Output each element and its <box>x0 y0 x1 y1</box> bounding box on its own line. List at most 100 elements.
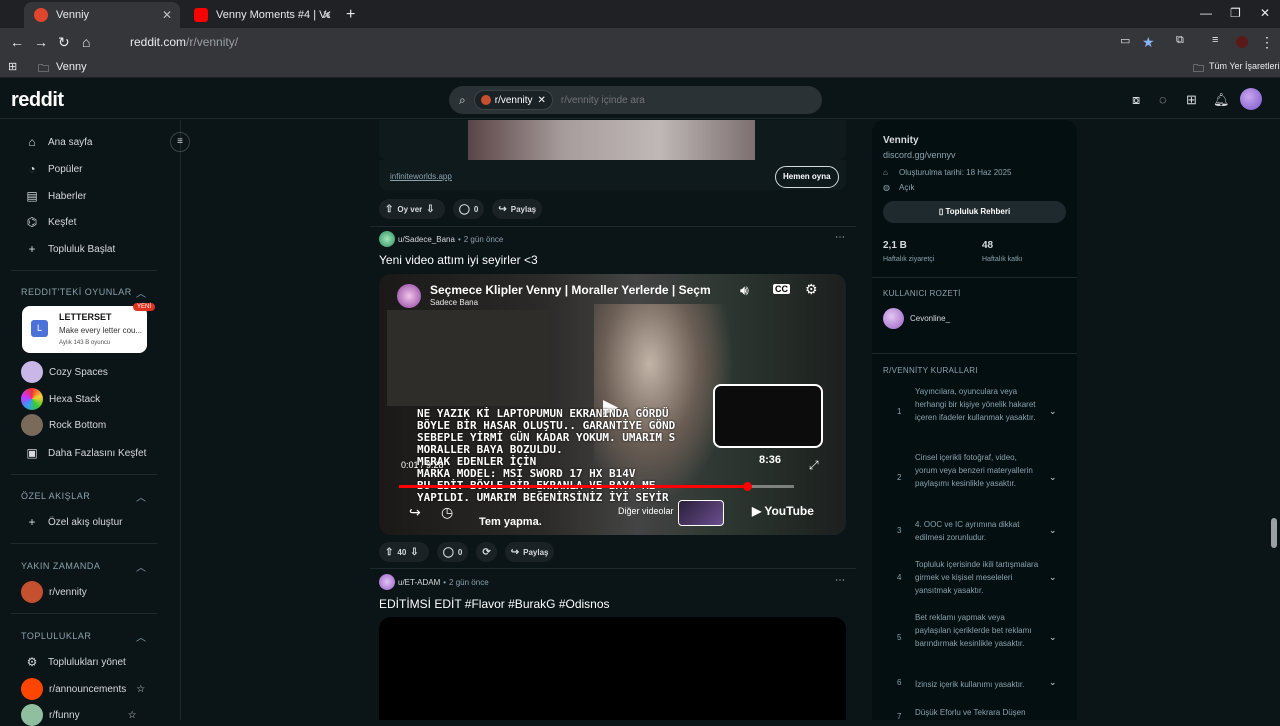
menu-dots-icon[interactable]: ⋮ <box>1260 34 1274 51</box>
nav-home[interactable]: ⌂ Ana sayfa <box>24 135 92 149</box>
page-scrollbar[interactable] <box>1271 518 1277 548</box>
explore-more-games[interactable]: ▣ Daha Fazlasını Keşfet <box>24 446 146 460</box>
more-options-icon[interactable]: ⋯ <box>835 575 845 586</box>
chat-icon[interactable]: ◌ <box>1159 92 1167 107</box>
community-guide-button[interactable]: ▯ Topluluk Rehberi <box>883 201 1066 223</box>
bookmark-star-icon[interactable]: ★ <box>1142 34 1155 51</box>
vote-button[interactable]: ⇧ Oy ver ⇩ <box>379 199 445 219</box>
forward-icon[interactable]: → <box>34 34 48 50</box>
fullscreen-icon[interactable]: ⤢ <box>809 458 819 473</box>
reload-icon[interactable]: ↻ <box>58 34 70 51</box>
user-avatar[interactable] <box>1240 88 1262 110</box>
section-communities[interactable]: TOPLULUKLAR ︿ <box>21 631 146 644</box>
progress-handle[interactable] <box>742 482 752 491</box>
manage-communities[interactable]: ⚙ Toplulukları yönet <box>24 655 126 669</box>
downvote-icon[interactable]: ⇩ <box>426 204 434 215</box>
weekly-contributions-label: Haftalık katkı <box>982 256 1023 263</box>
close-tab-icon[interactable]: ✕ <box>162 8 172 22</box>
section-title: ÖZEL AKIŞLAR <box>21 491 91 501</box>
search-bar[interactable]: ⌕ r/vennity ✕ <box>449 86 822 114</box>
share-button[interactable]: ↪ Paylaş <box>504 542 555 562</box>
video-progress[interactable] <box>399 482 794 491</box>
author-name[interactable]: u/Sadece_Bana <box>398 235 455 244</box>
collapse-sidebar-icon[interactable]: ≡ <box>170 132 190 152</box>
more-videos-label[interactable]: Diğer videolar <box>618 506 674 516</box>
video-channel[interactable]: Sadece Bana <box>430 298 478 307</box>
bookmark-venny[interactable]: Venny <box>56 61 87 73</box>
visibility: Açık <box>899 183 915 192</box>
vote-button[interactable]: ⇧ 40 ⇩ <box>379 542 429 562</box>
apps-icon[interactable]: ⊞ <box>8 60 17 73</box>
game-rock-bottom[interactable]: Rock Bottom <box>21 414 106 436</box>
post-title[interactable]: EDİTİMSİ EDİT #Flavor #BurakG #Odisnos <box>379 597 610 611</box>
game-hexa-stack[interactable]: Hexa Stack <box>21 388 100 410</box>
tab-youtube[interactable]: Venny Moments #4 | VennyV - Y ✕ <box>184 2 340 28</box>
user-badge[interactable]: Cevonline_ <box>883 308 950 329</box>
post-title[interactable]: Yeni video attım iyi seyirler <3 <box>379 253 538 267</box>
section-custom-feeds[interactable]: ÖZEL AKIŞLAR ︿ <box>21 491 146 504</box>
community-announcements[interactable]: r/announcements ☆ <box>21 678 145 700</box>
close-icon[interactable]: ✕ <box>538 95 546 106</box>
share-button[interactable]: ↪ Paylaş <box>492 199 543 219</box>
play-now-button[interactable]: Hemen oyna <box>775 166 839 188</box>
captions-icon[interactable]: CC <box>773 284 790 294</box>
cast-icon[interactable]: ▭ <box>1120 34 1130 47</box>
more-videos-thumbnail[interactable] <box>678 500 724 526</box>
rule-text: Cinsel içerikli fotoğraf, video, yorum v… <box>915 453 1033 488</box>
comments-button[interactable]: ◯ 0 <box>436 542 469 562</box>
more-options-icon[interactable]: ⋯ <box>835 232 845 243</box>
community-funny[interactable]: r/funny ☆ <box>21 704 137 726</box>
recent-vennity[interactable]: r/vennity <box>21 581 87 603</box>
upvote-icon[interactable]: ⇧ <box>385 204 393 215</box>
create-post-icon[interactable]: ⊞ <box>1186 92 1197 108</box>
settings-icon[interactable]: ⚙ <box>805 281 818 298</box>
game-cozy-spaces[interactable]: Cozy Spaces <box>21 361 108 383</box>
new-tab-button[interactable]: + <box>346 6 355 24</box>
share-icon[interactable]: ↪ <box>409 504 421 521</box>
media-icon[interactable]: ≡ <box>1212 34 1218 46</box>
youtube-logo[interactable]: ▶ YouTube <box>752 504 814 518</box>
post-media[interactable] <box>379 617 846 720</box>
volume-icon[interactable]: 🔊︎ <box>740 282 749 299</box>
back-icon[interactable]: ← <box>10 34 24 50</box>
search-input[interactable] <box>560 94 761 106</box>
extensions-icon[interactable]: ⧉ <box>1176 34 1184 47</box>
nav-start-community[interactable]: + Topluluk Başlat <box>24 242 115 256</box>
minimize-icon[interactable]: — <box>1200 6 1212 20</box>
star-icon[interactable]: ☆ <box>128 710 137 721</box>
author-name[interactable]: u/ET-ADAM <box>398 578 440 587</box>
profile-icon[interactable] <box>1236 36 1248 48</box>
crosspost-button[interactable]: ⟳ <box>476 542 497 562</box>
close-tab-icon[interactable]: ✕ <box>322 8 332 22</box>
section-games[interactable]: REDDIT'TEKİ OYUNLAR ︿ <box>21 287 146 300</box>
star-icon[interactable]: ☆ <box>136 684 145 695</box>
upvote-icon[interactable]: ⇧ <box>385 547 393 558</box>
video-title[interactable]: Seçmece Klipler Venny | Moraller Yerlerd… <box>430 283 730 297</box>
notifications-icon[interactable]: 🔔︎ <box>1213 92 1230 108</box>
section-recent[interactable]: YAKIN ZAMANDA ︿ <box>21 561 146 574</box>
nav-explore[interactable]: ⌬ Keşfet <box>24 215 77 229</box>
ads-icon[interactable]: ⧇ <box>1132 92 1140 108</box>
maximize-icon[interactable]: ❐ <box>1230 6 1241 20</box>
create-custom-feed[interactable]: + Özel akış oluştur <box>24 515 122 529</box>
watch-later-icon[interactable]: ◷ <box>441 504 453 521</box>
ad-link[interactable]: infiniteworlds.app <box>390 172 452 181</box>
all-bookmarks[interactable]: Tüm Yer İşaretleri <box>1209 61 1280 71</box>
author-avatar[interactable] <box>379 231 395 247</box>
game-players: Aylık 143 B oyuncu <box>59 340 111 346</box>
reddit-logo[interactable]: reddit <box>11 89 64 112</box>
letterset-card[interactable]: L LETTERSET Make every letter cou... Ayl… <box>22 306 147 353</box>
nav-news[interactable]: ▤ Haberler <box>24 189 86 203</box>
address-bar[interactable]: reddit.com/r/vennity/ <box>104 31 1174 53</box>
tab-vennity[interactable]: Venniy ✕ <box>24 2 180 28</box>
community-link[interactable]: discord.gg/vennyv <box>883 150 956 160</box>
video-player[interactable]: Seçmece Klipler Venny | Moraller Yerlerd… <box>379 274 846 535</box>
downvote-icon[interactable]: ⇩ <box>410 547 418 558</box>
channel-avatar[interactable] <box>397 284 421 308</box>
nav-popular[interactable]: ◔ Popüler <box>24 162 82 176</box>
search-subreddit-chip[interactable]: r/vennity ✕ <box>473 90 553 110</box>
close-window-icon[interactable]: ✕ <box>1260 6 1270 20</box>
author-avatar[interactable] <box>379 574 395 590</box>
comments-button[interactable]: ◯ 0 <box>452 199 485 219</box>
home-icon[interactable]: ⌂ <box>82 34 90 50</box>
